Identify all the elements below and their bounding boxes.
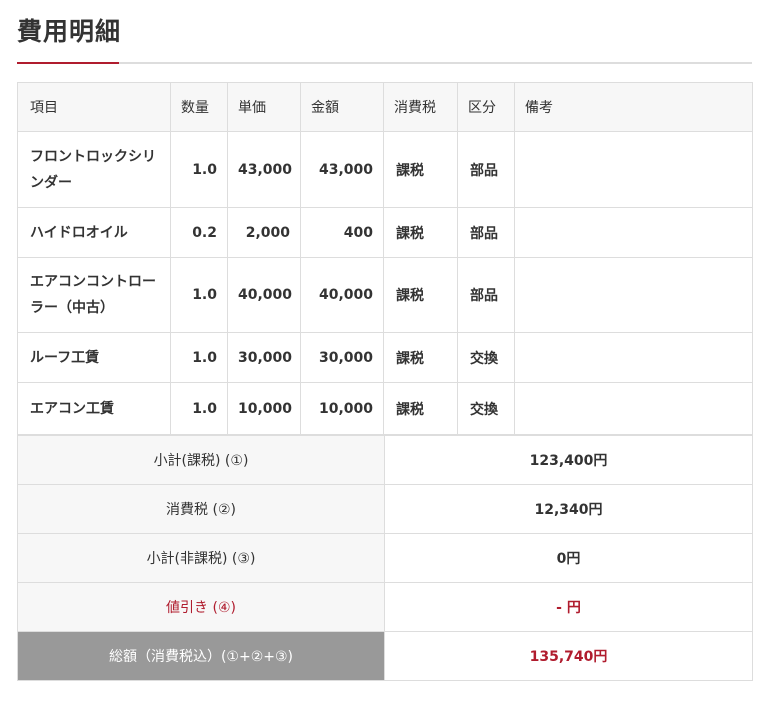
title-underline [17, 62, 752, 64]
row-tax: 課税 [383, 207, 458, 258]
summary-label: 値引き (④) [17, 582, 385, 632]
row-note [514, 131, 753, 208]
row-qty: 1.0 [170, 257, 228, 333]
summary-label-total: 総額（消費税込）(①+②+③) [17, 631, 385, 681]
summary-value-total: 135,740円 [384, 631, 753, 681]
row-note [514, 332, 753, 383]
column-header-item: 項目 [17, 82, 171, 132]
table-header-row: 項目 数量 単価 金額 消費税 区分 備考 [17, 82, 753, 132]
row-category: 部品 [457, 131, 515, 208]
row-tax: 課税 [383, 131, 458, 208]
cost-summary-table: 小計(課税) (①) 123,400円 消費税 (②) 12,340円 小計(非… [17, 434, 753, 681]
row-tax: 課税 [383, 332, 458, 383]
row-qty: 1.0 [170, 332, 228, 383]
summary-row-subtotal-taxable: 小計(課税) (①) 123,400円 [17, 434, 753, 485]
summary-row-discount: 値引き (④) - 円 [17, 582, 753, 632]
summary-row-subtotal-nontaxable: 小計(非課税) (③) 0円 [17, 533, 753, 583]
table-row: エアコン工賃 1.0 10,000 10,000 課税 交換 [17, 382, 753, 435]
summary-value: 12,340円 [384, 484, 753, 534]
summary-label: 消費税 (②) [17, 484, 385, 534]
row-category: 部品 [457, 207, 515, 258]
summary-label: 小計(課税) (①) [17, 434, 385, 485]
summary-value: 123,400円 [384, 434, 753, 485]
row-item: ルーフ工賃 [17, 332, 171, 383]
row-note [514, 382, 753, 435]
table-row: フロントロックシリンダー 1.0 43,000 43,000 課税 部品 [17, 131, 753, 208]
title-underline-accent [17, 62, 119, 64]
row-unit-price: 40,000 [227, 257, 301, 333]
row-amount: 10,000 [300, 382, 384, 435]
section-title: 費用明細 [17, 17, 122, 46]
column-header-note: 備考 [514, 82, 753, 132]
row-amount: 40,000 [300, 257, 384, 333]
row-category: 部品 [457, 257, 515, 333]
table-row: エアコンコントローラー（中古） 1.0 40,000 40,000 課税 部品 [17, 257, 753, 333]
cost-details-section: 費用明細 項目 数量 単価 金額 消費税 区分 備考 フロントロックシリンダー … [0, 0, 783, 716]
row-amount: 30,000 [300, 332, 384, 383]
row-unit-price: 30,000 [227, 332, 301, 383]
row-unit-price: 43,000 [227, 131, 301, 208]
summary-value: 0円 [384, 533, 753, 583]
row-tax: 課税 [383, 257, 458, 333]
summary-row-consumption-tax: 消費税 (②) 12,340円 [17, 484, 753, 534]
row-qty: 0.2 [170, 207, 228, 258]
column-header-unit-price: 単価 [227, 82, 301, 132]
row-tax: 課税 [383, 382, 458, 435]
column-header-qty: 数量 [170, 82, 228, 132]
row-item: フロントロックシリンダー [17, 131, 171, 208]
row-note [514, 207, 753, 258]
row-note [514, 257, 753, 333]
row-item: ハイドロオイル [17, 207, 171, 258]
row-amount: 400 [300, 207, 384, 258]
row-qty: 1.0 [170, 131, 228, 208]
row-amount: 43,000 [300, 131, 384, 208]
column-header-tax: 消費税 [383, 82, 458, 132]
row-item: エアコンコントローラー（中古） [17, 257, 171, 333]
row-category: 交換 [457, 332, 515, 383]
row-item: エアコン工賃 [17, 382, 171, 435]
summary-value: - 円 [384, 582, 753, 632]
column-header-amount: 金額 [300, 82, 384, 132]
row-unit-price: 2,000 [227, 207, 301, 258]
row-unit-price: 10,000 [227, 382, 301, 435]
summary-row-total: 総額（消費税込）(①+②+③) 135,740円 [17, 631, 753, 681]
row-category: 交換 [457, 382, 515, 435]
table-row: ハイドロオイル 0.2 2,000 400 課税 部品 [17, 207, 753, 258]
cost-items-table: 項目 数量 単価 金額 消費税 区分 備考 フロントロックシリンダー 1.0 4… [17, 82, 753, 435]
table-row: ルーフ工賃 1.0 30,000 30,000 課税 交換 [17, 332, 753, 383]
summary-label: 小計(非課税) (③) [17, 533, 385, 583]
column-header-category: 区分 [457, 82, 515, 132]
row-qty: 1.0 [170, 382, 228, 435]
